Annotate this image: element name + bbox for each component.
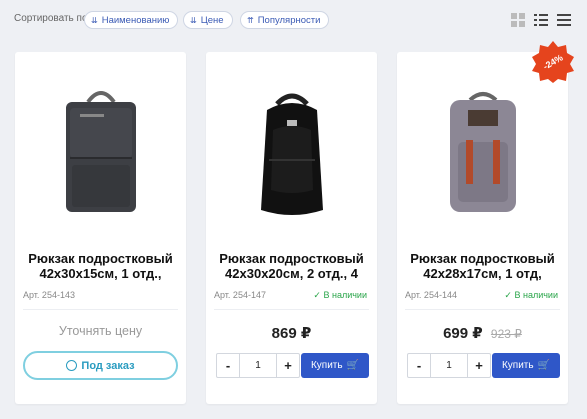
divider (405, 309, 560, 310)
divider (23, 309, 178, 310)
grid-view-icon[interactable] (511, 13, 525, 27)
product-image[interactable] (397, 70, 568, 238)
decrement-button[interactable]: - (408, 354, 430, 377)
buy-button[interactable]: Купить 🛒 (492, 353, 560, 378)
increment-button[interactable]: + (468, 354, 490, 377)
sort-by-popularity-button[interactable]: ⇈ Популярности (240, 11, 330, 29)
buy-label: Купить (501, 360, 534, 371)
quantity-value[interactable]: 1 (430, 354, 468, 377)
check-icon: ✓ (504, 290, 512, 300)
chevrons-icon: ⇈ (247, 15, 254, 25)
stock-label: В наличии (323, 290, 367, 300)
stock-status: ✓ В наличии (504, 290, 558, 301)
backpack-image (65, 91, 136, 212)
product-price: 699 ₽ 923 ₽ (397, 324, 568, 342)
product-image[interactable] (206, 70, 377, 238)
current-price: 699 ₽ (443, 325, 483, 342)
cart-icon: 🛒 (537, 360, 551, 371)
sort-option-label: Цене (200, 14, 224, 26)
backpack-image (449, 92, 516, 212)
product-article: Арт. 254-144 (405, 290, 457, 300)
chevrons-icon: ⇊ (190, 15, 197, 25)
quantity-value[interactable]: 1 (239, 354, 277, 377)
divider (214, 309, 369, 310)
decrement-button[interactable]: - (217, 354, 239, 377)
check-icon: ✓ (313, 290, 321, 300)
product-card[interactable]: -24% Рюкзак подростковый 42х28х17см, 1 о… (397, 41, 574, 404)
stock-status: ✓ В наличии (313, 290, 367, 301)
product-title[interactable]: Рюкзак подростковый 42х28х17см, 1 отд, (405, 251, 560, 281)
buy-label: Купить (310, 360, 343, 371)
product-card[interactable]: Рюкзак подростковый 42х30х20см, 2 отд., … (206, 52, 377, 404)
product-article: Арт. 254-147 (214, 290, 266, 300)
preorder-label: Под заказ (81, 359, 135, 372)
sort-option-label: Наименованию (101, 14, 170, 26)
clock-icon (66, 360, 78, 371)
price-request-text: Уточнять цену (58, 324, 143, 338)
sort-option-label: Популярности (257, 14, 321, 26)
sort-bar: Сортировать по ⇊ Наименованию ⇊ Цене ⇈ П… (0, 0, 587, 42)
increment-button[interactable]: + (277, 354, 299, 377)
product-image[interactable] (15, 70, 186, 238)
list-view-icon[interactable] (534, 13, 548, 27)
stock-label: В наличии (514, 290, 558, 300)
old-price: 923 ₽ (490, 327, 522, 341)
backpack-image (260, 93, 323, 215)
sort-by-name-button[interactable]: ⇊ Наименованию (84, 11, 179, 29)
product-article: Арт. 254-143 (23, 290, 75, 300)
buy-button[interactable]: Купить 🛒 (301, 353, 369, 378)
product-price: 869 ₽ (271, 325, 312, 342)
compact-list-icon[interactable] (557, 13, 571, 27)
sort-by-price-button[interactable]: ⇊ Цене (183, 11, 233, 29)
sort-label: Сортировать по (14, 13, 88, 24)
quantity-stepper[interactable]: - 1 + (407, 353, 491, 378)
product-card[interactable]: Рюкзак подростковый 42х30х15см, 1 отд., … (15, 52, 186, 404)
cart-icon: 🛒 (346, 360, 360, 371)
chevrons-icon: ⇊ (91, 15, 98, 25)
preorder-button[interactable]: Под заказ (23, 351, 178, 380)
quantity-stepper[interactable]: - 1 + (216, 353, 300, 378)
product-title[interactable]: Рюкзак подростковый 42х30х15см, 1 отд., (23, 251, 178, 281)
product-title[interactable]: Рюкзак подростковый 42х30х20см, 2 отд., … (214, 251, 369, 281)
